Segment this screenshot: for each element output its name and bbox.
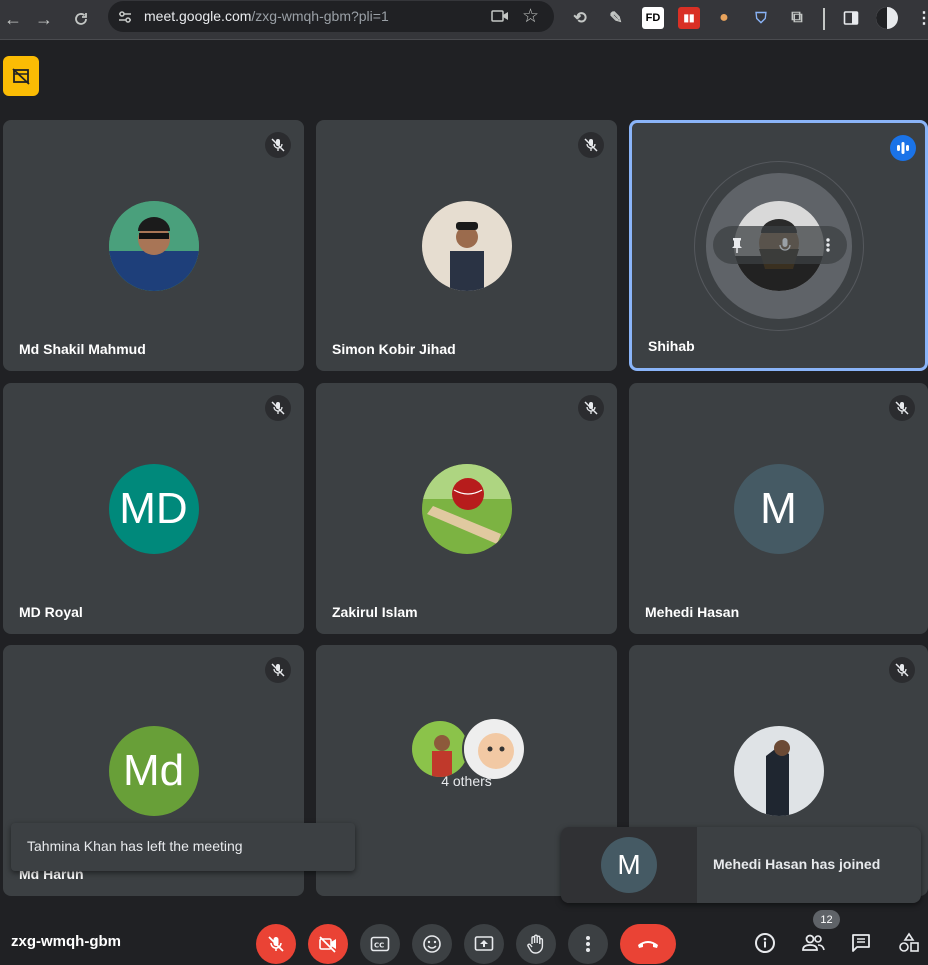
participant-name: Simon Kobir Jihad — [332, 341, 456, 357]
speaking-indicator-icon — [890, 135, 916, 161]
raise-hand-button[interactable] — [516, 924, 556, 964]
participant-name: Md Shakil Mahmud — [19, 341, 146, 357]
avatar — [462, 717, 526, 781]
avatar — [108, 200, 199, 291]
browser-menu-icon[interactable]: ⋮ — [913, 7, 928, 29]
bookmark-star-icon[interactable]: ☆ — [522, 5, 539, 28]
participant-name: MD Royal — [19, 604, 83, 620]
others-count-label: 4 others — [441, 773, 492, 789]
mute-participant-icon[interactable] — [779, 237, 791, 253]
mic-off-icon — [265, 657, 291, 683]
participant-count-badge: 12 — [813, 910, 840, 929]
mic-off-icon — [265, 395, 291, 421]
joined-notification[interactable]: M Mehedi Hasan has joined — [561, 827, 921, 903]
mic-off-icon — [265, 132, 291, 158]
mic-off-icon — [578, 132, 604, 158]
url-host: meet.google.com — [144, 8, 252, 24]
meet-stage: Md Shakil Mahmud Simon Kobir Jihad Shiha… — [0, 41, 928, 965]
avatar — [421, 200, 512, 291]
participant-tile[interactable]: Zakirul Islam — [316, 383, 617, 634]
joined-text: Mehedi Hasan has joined — [713, 856, 881, 872]
avatar — [733, 725, 824, 816]
svg-text:CC: CC — [374, 942, 384, 950]
cookie-icon[interactable]: ● — [713, 7, 735, 29]
side-panel-icon[interactable] — [840, 7, 862, 29]
joined-avatar-panel: M — [561, 827, 697, 903]
participant-name: Zakirul Islam — [332, 604, 418, 620]
left-meeting-toast: Tahmina Khan has left the meeting — [11, 823, 355, 871]
participant-tile-active-speaker[interactable]: Shihab — [629, 120, 928, 371]
forward-icon[interactable]: → — [31, 6, 57, 32]
pin-icon[interactable] — [730, 237, 744, 253]
camera-toggle-button[interactable] — [308, 924, 348, 964]
chat-icon[interactable] — [847, 929, 875, 957]
shield-icon[interactable]: ⛉ — [750, 7, 772, 29]
emoji-reaction-button[interactable] — [412, 924, 452, 964]
avatar-initials: Md — [108, 725, 199, 816]
recording-badge-icon[interactable] — [3, 56, 39, 96]
extension-icon-1[interactable]: ⟲ — [569, 7, 591, 29]
profile-avatar[interactable] — [876, 7, 898, 29]
mic-off-icon — [578, 395, 604, 421]
avatar — [421, 463, 512, 554]
fd-extension-icon[interactable]: FD — [642, 7, 664, 29]
mic-off-icon — [889, 395, 915, 421]
participant-tile[interactable]: Simon Kobir Jihad — [316, 120, 617, 371]
people-icon[interactable] — [799, 929, 827, 957]
tile-hover-controls — [713, 226, 847, 264]
captions-button[interactable]: CC — [360, 924, 400, 964]
meeting-code: zxg-wmqh-gbm — [11, 933, 121, 950]
avatar-initials: M — [601, 837, 657, 893]
back-icon[interactable]: ← — [0, 6, 26, 32]
camera-indicator-icon[interactable] — [491, 8, 509, 24]
more-options-icon[interactable] — [825, 237, 830, 253]
audio-extension-icon[interactable]: ▮▮ — [678, 7, 700, 29]
mic-off-icon — [889, 657, 915, 683]
eyedropper-icon[interactable]: ✎ — [605, 7, 627, 29]
extensions-puzzle-icon[interactable]: ⧉ — [786, 7, 808, 29]
reload-icon[interactable] — [68, 6, 94, 32]
meeting-info-icon[interactable] — [751, 929, 779, 957]
participant-tile[interactable]: MD MD Royal — [3, 383, 304, 634]
avatar-initials: MD — [108, 463, 199, 554]
toolbar-divider — [823, 8, 825, 30]
url-text: meet.google.com/zxg-wmqh-gbm?pli=1 — [144, 8, 389, 24]
participant-name: Mehedi Hasan — [645, 604, 740, 620]
leave-call-button[interactable] — [620, 924, 676, 964]
participant-name: Shihab — [648, 338, 695, 354]
participant-tile[interactable]: Md Shakil Mahmud — [3, 120, 304, 371]
avatar — [410, 719, 470, 779]
browser-toolbar: ← → meet.google.com/zxg-wmqh-gbm?pli=1 ☆… — [0, 0, 928, 40]
address-bar[interactable]: meet.google.com/zxg-wmqh-gbm?pli=1 ☆ — [108, 1, 554, 32]
site-info-icon[interactable] — [116, 8, 134, 26]
participant-tile[interactable]: M Mehedi Hasan — [629, 383, 928, 634]
more-options-button[interactable] — [568, 924, 608, 964]
avatar-initials: M — [733, 463, 824, 554]
url-path: /zxg-wmqh-gbm?pli=1 — [251, 8, 389, 24]
microphone-toggle-button[interactable] — [256, 924, 296, 964]
activities-icon[interactable] — [895, 929, 923, 957]
present-screen-button[interactable] — [464, 924, 504, 964]
